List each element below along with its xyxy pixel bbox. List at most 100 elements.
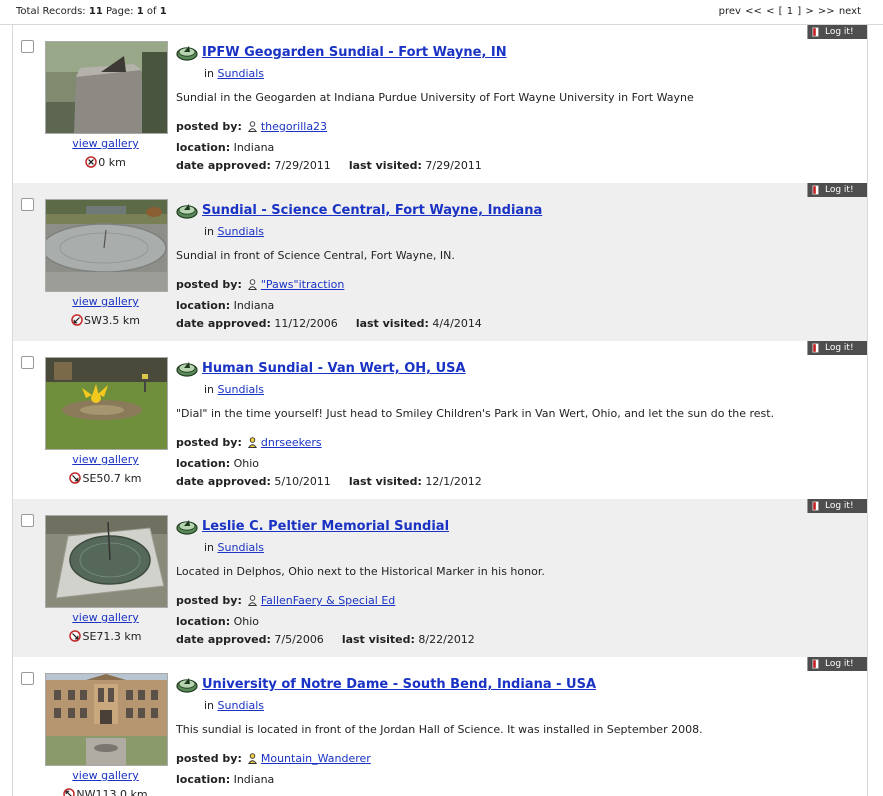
date-approved-value: 7/29/2011 [274, 159, 331, 172]
distance-value: SW3.5 km [84, 314, 140, 327]
waymark-thumbnail[interactable] [45, 41, 168, 134]
user-link[interactable]: "Paws"itraction [261, 278, 344, 291]
user-link[interactable]: thegorilla23 [261, 120, 327, 133]
total-records-label: Total Records: [16, 6, 86, 17]
distance: SE50.7 km [45, 472, 166, 487]
log-it-button[interactable]: Log it! [807, 341, 867, 355]
sundial-icon [176, 43, 198, 64]
sundial-icon [176, 517, 198, 538]
posted-by-row: posted by: Mountain_Wanderer [176, 752, 371, 767]
view-gallery-link[interactable]: view gallery [45, 137, 166, 150]
waymark-list: view gallery 0 km IPFW Geogarden Sundial… [12, 25, 868, 796]
description: This sundial is located in front of the … [176, 723, 703, 736]
log-it-label: Log it! [825, 659, 854, 669]
select-checkbox[interactable] [21, 514, 34, 527]
waymark-title-link[interactable]: IPFW Geogarden Sundial - Fort Wayne, IN [202, 45, 507, 60]
last-visited-value: 4/4/2014 [432, 317, 482, 330]
posted-by-label: posted by: [176, 752, 242, 765]
log-book-icon [812, 27, 819, 42]
waymark-thumbnail[interactable] [45, 357, 168, 450]
date-approved-value: 5/10/2011 [274, 475, 331, 488]
sundial-icon [176, 359, 198, 380]
posted-by-row: posted by: thegorilla23 [176, 120, 327, 135]
user-icon [247, 279, 257, 293]
category-link[interactable]: Sundials [218, 699, 265, 712]
waymark-thumbnail[interactable] [45, 199, 168, 292]
waymark-title-link[interactable]: Sundial - Science Central, Fort Wayne, I… [202, 203, 542, 218]
waymark-thumbnail[interactable] [45, 515, 168, 608]
category-link[interactable]: Sundials [218, 67, 265, 80]
category-link[interactable]: Sundials [218, 383, 265, 396]
posted-by-row: posted by: FallenFaery & Special Ed [176, 594, 395, 609]
photo-human-sundial [46, 358, 167, 449]
waymark-record: view gallery SE71.3 km Leslie C. Peltier… [13, 499, 867, 657]
page-label: Page: [105, 6, 134, 17]
origin-x-icon [85, 156, 97, 171]
location-row: location: Indiana [176, 773, 274, 786]
log-it-label: Log it! [825, 27, 854, 37]
waymark-title-link[interactable]: Human Sundial - Van Wert, OH, USA [202, 361, 466, 376]
log-it-label: Log it! [825, 343, 854, 353]
dates-row: date approved: 11/12/2006 last visited: 4… [176, 317, 482, 330]
description: "Dial" in the time yourself! Just head t… [176, 407, 775, 420]
compass-arrow-icon [71, 314, 83, 329]
in-label: in [204, 541, 215, 554]
category-link[interactable]: Sundials [218, 541, 265, 554]
user-icon [247, 437, 257, 451]
location-value: Indiana [233, 141, 275, 154]
dates-row: date approved: 5/10/2011 last visited: 12… [176, 475, 482, 488]
view-gallery-link[interactable]: view gallery [45, 769, 166, 782]
location-value: Indiana [233, 299, 275, 312]
waymark-thumbnail[interactable] [45, 673, 168, 766]
distance-value: SE71.3 km [82, 630, 142, 643]
last-visited-value: 7/29/2011 [425, 159, 482, 172]
date-approved-label: date approved: [176, 633, 271, 646]
page-count: 1 [159, 6, 167, 17]
distance: SE71.3 km [45, 630, 166, 645]
log-book-icon [812, 343, 819, 358]
user-link[interactable]: dnrseekers [261, 436, 322, 449]
select-checkbox[interactable] [21, 40, 34, 53]
last-visited-label: last visited: [348, 159, 422, 172]
user-link[interactable]: FallenFaery & Special Ed [261, 594, 395, 607]
photo-notre-dame-building [46, 674, 167, 765]
date-approved-value: 11/12/2006 [274, 317, 338, 330]
location-value: Ohio [233, 615, 260, 628]
log-it-label: Log it! [825, 501, 854, 511]
user-link[interactable]: Mountain_Wanderer [261, 752, 371, 765]
posted-by-label: posted by: [176, 436, 242, 449]
user-icon [247, 595, 257, 609]
view-gallery-link[interactable]: view gallery [45, 295, 166, 308]
waymark-title-link[interactable]: Leslie C. Peltier Memorial Sundial [202, 519, 449, 534]
sundial-icon [176, 675, 198, 696]
category-line: in Sundials [204, 67, 264, 80]
select-checkbox[interactable] [21, 356, 34, 369]
location-row: location: Indiana [176, 299, 274, 312]
compass-arrow-icon [63, 788, 76, 796]
results-header: Total Records: 11 Page: 1 of 1 prev << <… [0, 0, 883, 25]
posted-by-row: posted by: "Paws"itraction [176, 278, 344, 293]
distance: NW113.0 km [45, 788, 166, 796]
photo-peltier-sundial [46, 516, 167, 607]
select-checkbox[interactable] [21, 672, 34, 685]
current-page-link[interactable]: < [ 1 ] > [766, 6, 814, 17]
waymark-record: view gallery 0 km IPFW Geogarden Sundial… [13, 25, 867, 183]
waymark-title-link[interactable]: University of Notre Dame - South Bend, I… [202, 677, 596, 692]
log-it-button[interactable]: Log it! [807, 657, 867, 671]
distance-value: 0 km [98, 156, 126, 169]
view-gallery-link[interactable]: view gallery [45, 611, 166, 624]
prev-page-link[interactable]: prev << [719, 6, 762, 17]
last-visited-value: 12/1/2012 [425, 475, 482, 488]
category-link[interactable]: Sundials [218, 225, 265, 238]
next-page-link[interactable]: >> next [818, 6, 861, 17]
select-checkbox[interactable] [21, 198, 34, 211]
view-gallery-link[interactable]: view gallery [45, 453, 166, 466]
last-visited-label: last visited: [355, 317, 429, 330]
description: Located in Delphos, Ohio next to the His… [176, 565, 545, 578]
log-it-button[interactable]: Log it! [807, 25, 867, 39]
user-icon [247, 121, 257, 135]
log-it-button[interactable]: Log it! [807, 499, 867, 513]
log-it-button[interactable]: Log it! [807, 183, 867, 197]
location-label: location: [176, 457, 231, 470]
posted-by-label: posted by: [176, 594, 242, 607]
